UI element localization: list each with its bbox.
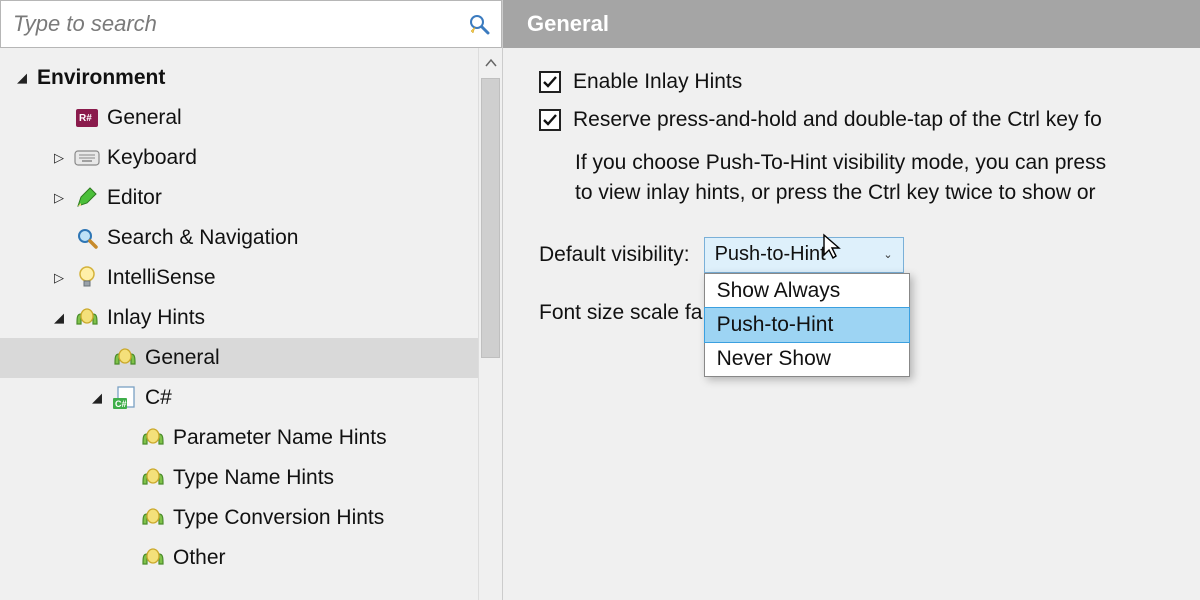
- tree-node-intellisense[interactable]: ▷ IntelliSense: [0, 258, 478, 298]
- scrollbar[interactable]: [478, 48, 502, 600]
- settings-tree: ◢ Environment R# General ▷: [0, 48, 478, 600]
- svg-text:C#: C#: [115, 399, 127, 409]
- chevron-down-icon: ⌄: [883, 248, 892, 261]
- checkbox-label: Reserve press-and-hold and double-tap of…: [573, 108, 1102, 132]
- tree-node-environment[interactable]: ◢ Environment: [0, 58, 478, 98]
- tree-label: Environment: [37, 66, 165, 90]
- tree-label: Type Conversion Hints: [173, 506, 384, 530]
- tree-node-search-navigation[interactable]: Search & Navigation: [0, 218, 478, 258]
- inlay-hint-icon: [140, 425, 166, 451]
- tree-node-editor[interactable]: ▷ Editor: [0, 178, 478, 218]
- checkbox-label: Enable Inlay Hints: [573, 70, 742, 94]
- help-line: to view inlay hints, or press the Ctrl k…: [575, 178, 1200, 208]
- expander-open-icon: ◢: [52, 310, 66, 326]
- panel-title: General: [527, 11, 609, 37]
- expander-closed-icon: ▷: [52, 150, 66, 166]
- dropdown-value: Push-to-Hint: [715, 243, 826, 266]
- visibility-dropdown[interactable]: Push-to-Hint ⌄ Show Always Push-to-Hint …: [704, 237, 904, 273]
- tree-node-other[interactable]: Other: [0, 538, 478, 578]
- checkbox-enable-inlay[interactable]: Enable Inlay Hints: [539, 70, 1200, 94]
- magnifier-icon: [74, 225, 100, 251]
- inlay-hint-icon: [140, 465, 166, 491]
- lightbulb-icon: [74, 265, 100, 291]
- tree-label: Inlay Hints: [107, 306, 205, 330]
- visibility-row: Default visibility: Push-to-Hint ⌄ Show …: [539, 237, 1200, 273]
- inlay-hint-icon: [140, 545, 166, 571]
- dropdown-list: Show Always Push-to-Hint Never Show: [704, 273, 910, 377]
- tree-label: Type Name Hints: [173, 466, 334, 490]
- checkbox-checked-icon: [539, 109, 561, 131]
- tree-node-inlay-general[interactable]: General: [0, 338, 478, 378]
- dropdown-selected[interactable]: Push-to-Hint ⌄: [704, 237, 904, 273]
- dropdown-option-push-to-hint[interactable]: Push-to-Hint: [704, 307, 910, 343]
- tree-label: C#: [145, 386, 172, 410]
- tree-node-type-name-hints[interactable]: Type Name Hints: [0, 458, 478, 498]
- tree-label: General: [107, 106, 182, 130]
- search-icon[interactable]: [467, 12, 491, 36]
- help-line: If you choose Push-To-Hint visibility mo…: [575, 148, 1200, 178]
- expander-closed-icon: ▷: [52, 190, 66, 206]
- inlay-hint-icon: [140, 505, 166, 531]
- inlay-hint-icon: [112, 345, 138, 371]
- tree-node-param-hints[interactable]: Parameter Name Hints: [0, 418, 478, 458]
- search-input[interactable]: [11, 10, 467, 38]
- pencil-icon: [74, 185, 100, 211]
- settings-panel: General Enable Inlay Hints Reserve press…: [503, 0, 1200, 600]
- tree-label: Parameter Name Hints: [173, 426, 387, 450]
- dropdown-option-show-always[interactable]: Show Always: [705, 274, 909, 308]
- scroll-thumb[interactable]: [481, 78, 500, 358]
- tree-node-type-conv-hints[interactable]: Type Conversion Hints: [0, 498, 478, 538]
- panel-header: General: [503, 0, 1200, 48]
- tree-node-csharp[interactable]: ◢ C# C#: [0, 378, 478, 418]
- expander-open-icon: ◢: [15, 70, 29, 86]
- checkbox-checked-icon: [539, 71, 561, 93]
- tree-node-keyboard[interactable]: ▷ Keyboard: [0, 138, 478, 178]
- panel-body: Enable Inlay Hints Reserve press-and-hol…: [503, 48, 1200, 325]
- tree-node-general[interactable]: R# General: [0, 98, 478, 138]
- font-scale-label: Font size scale fa: [539, 301, 702, 325]
- search-bar: [0, 0, 502, 48]
- scroll-up-icon[interactable]: [479, 48, 502, 78]
- tree-node-inlay-hints[interactable]: ◢ Inlay Hints: [0, 298, 478, 338]
- csharp-file-icon: C#: [112, 385, 138, 411]
- keyboard-icon: [74, 145, 100, 171]
- tree-label: Search & Navigation: [107, 226, 298, 250]
- sidebar: ◢ Environment R# General ▷: [0, 0, 503, 600]
- settings-window: ◢ Environment R# General ▷: [0, 0, 1200, 600]
- svg-text:R#: R#: [79, 113, 92, 124]
- dropdown-option-never-show[interactable]: Never Show: [705, 342, 909, 376]
- checkbox-reserve-ctrl[interactable]: Reserve press-and-hold and double-tap of…: [539, 108, 1200, 132]
- tree-label: Other: [173, 546, 226, 570]
- expander-open-icon: ◢: [90, 390, 104, 406]
- inlay-hint-icon: [74, 305, 100, 331]
- resharper-icon: R#: [74, 105, 100, 131]
- tree-label: Keyboard: [107, 146, 197, 170]
- expander-closed-icon: ▷: [52, 270, 66, 286]
- visibility-label: Default visibility:: [539, 243, 690, 267]
- scroll-track[interactable]: [479, 78, 502, 600]
- tree-scroll: ◢ Environment R# General ▷: [0, 48, 502, 600]
- help-text: If you choose Push-To-Hint visibility mo…: [575, 148, 1200, 209]
- tree-label: Editor: [107, 186, 162, 210]
- tree-label: IntelliSense: [107, 266, 216, 290]
- tree-label: General: [145, 346, 220, 370]
